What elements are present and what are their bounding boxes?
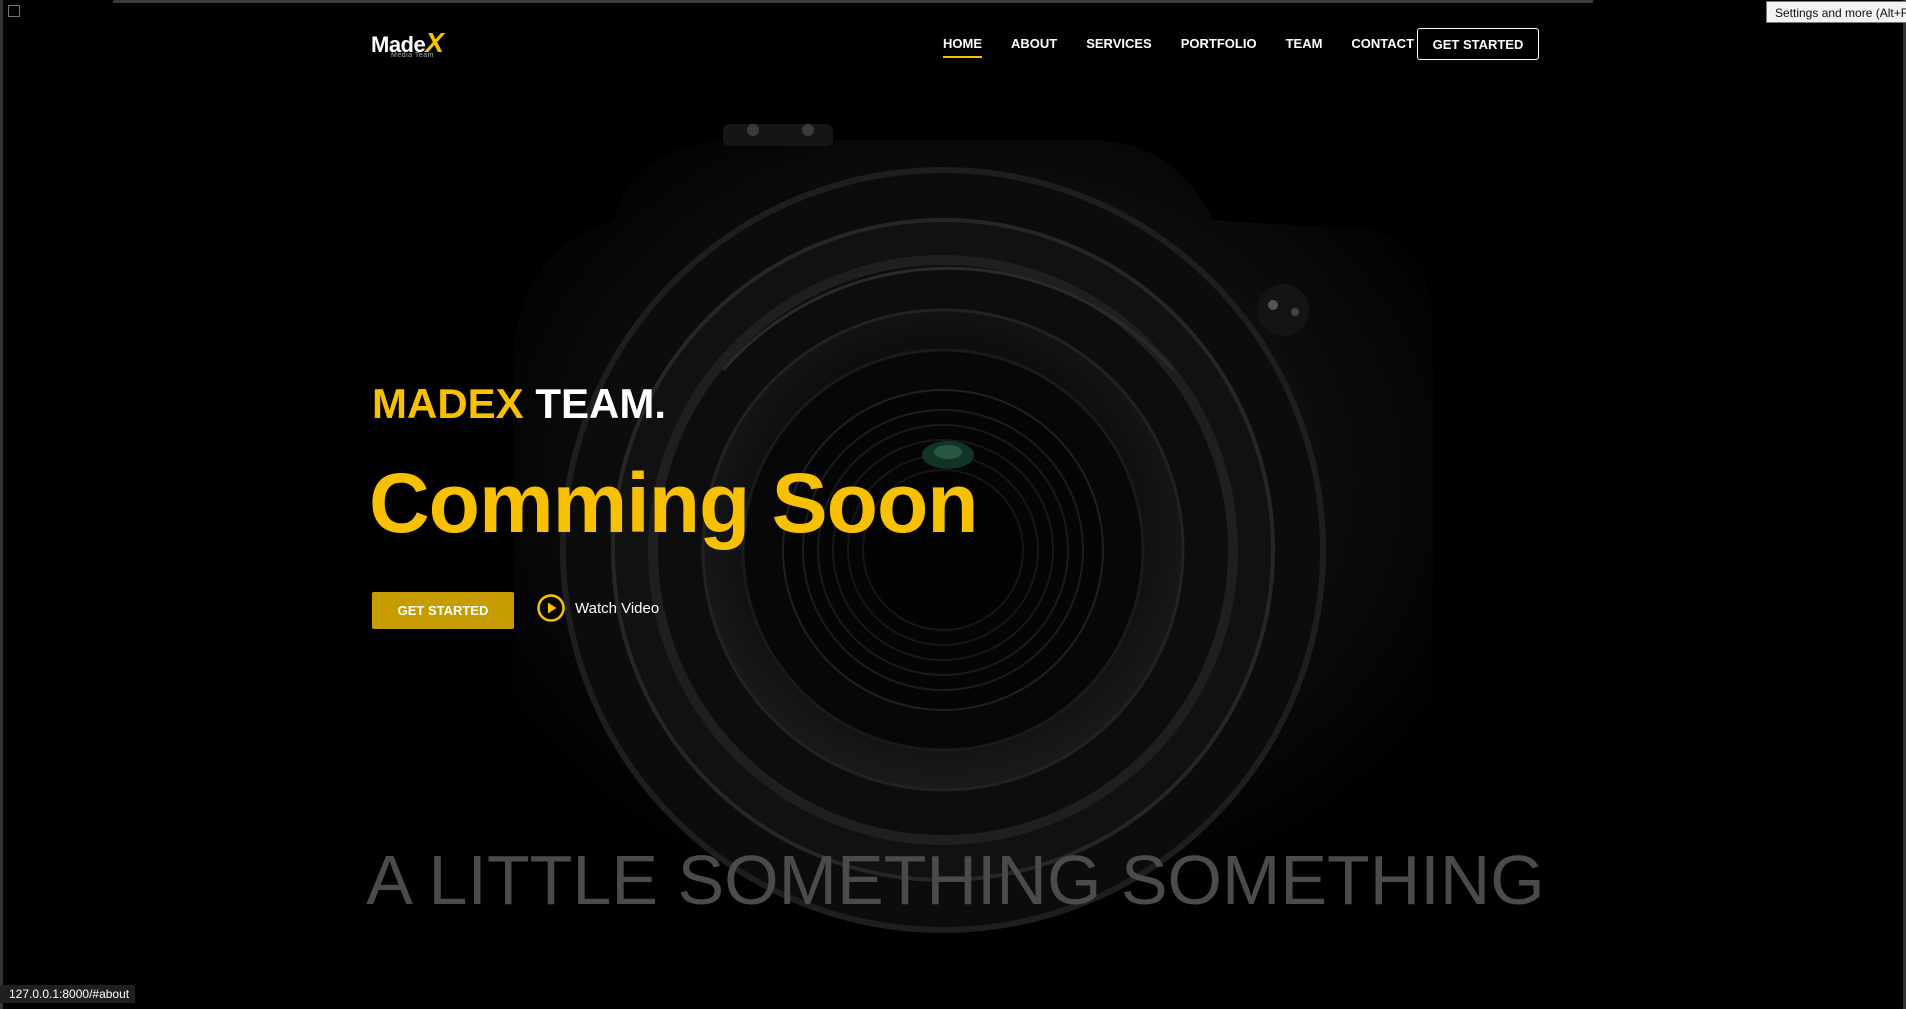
settings-tooltip: Settings and more (Alt+F): [1766, 1, 1906, 23]
page-viewport: MadeX Media Team HOME ABOUT SERVICES POR…: [0, 0, 1906, 1009]
play-circle-icon: [537, 594, 565, 622]
nav-contact[interactable]: CONTACT: [1351, 29, 1414, 58]
hero-kicker-highlight: MADEX: [372, 380, 524, 427]
status-bar-url: 127.0.0.1:8000/#about: [0, 985, 136, 1003]
nav-team[interactable]: TEAM: [1286, 29, 1323, 58]
nav-portfolio[interactable]: PORTFOLIO: [1181, 29, 1257, 58]
brand-tagline: Media Team: [391, 52, 435, 59]
hero-tagline: A LITTLE SOMETHING SOMETHING: [366, 841, 1545, 919]
hero-title: Comming Soon: [369, 456, 979, 550]
hero-kicker: MADEX TEAM.: [372, 380, 666, 428]
broken-image-icon: [8, 5, 20, 17]
watch-video-button[interactable]: Watch Video: [537, 594, 659, 622]
brand-logo[interactable]: MadeX Media Team: [371, 29, 471, 64]
hero-get-started-button[interactable]: GET STARTED: [372, 592, 514, 629]
nav-services[interactable]: SERVICES: [1086, 29, 1152, 58]
watch-video-label: Watch Video: [575, 599, 660, 617]
top-divider: [113, 0, 1593, 3]
nav-about[interactable]: ABOUT: [1011, 29, 1057, 58]
hero-kicker-rest: TEAM.: [523, 380, 667, 427]
nav-get-started-button[interactable]: GET STARTED: [1417, 28, 1539, 60]
main-nav: HOME ABOUT SERVICES PORTFOLIO TEAM CONTA…: [943, 29, 1443, 58]
nav-home[interactable]: HOME: [943, 29, 982, 58]
